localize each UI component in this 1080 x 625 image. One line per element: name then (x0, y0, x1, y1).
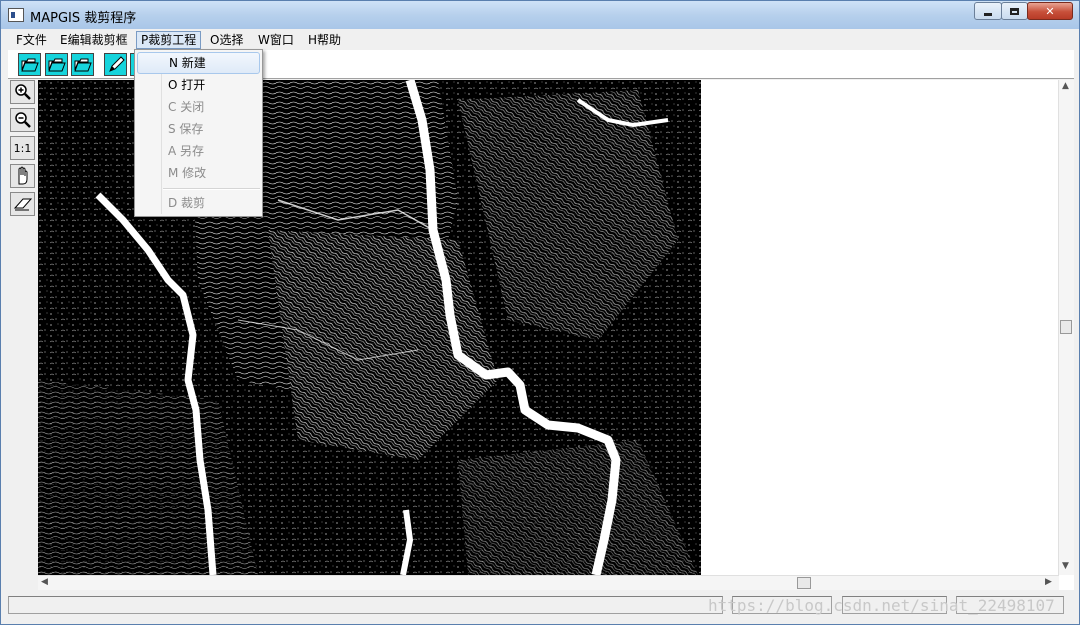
zoom-out-button[interactable] (10, 108, 35, 132)
close-icon: ✕ (1045, 4, 1055, 18)
title-bar[interactable]: MAPGIS 裁剪程序 ✕ (1, 1, 1079, 29)
menu-item-new[interactable]: N 新建 (137, 52, 260, 74)
scroll-right-icon[interactable]: ▶ (1045, 577, 1052, 587)
menu-item-save-as: A 另存 (168, 144, 205, 158)
hand-icon (18, 166, 27, 185)
menu-edit-clipbox[interactable]: E编辑裁剪框 (56, 32, 132, 48)
left-toolbar: 1:1 (10, 80, 36, 218)
open-button-1[interactable] (18, 53, 41, 76)
scroll-left-icon[interactable]: ◀ (41, 577, 48, 587)
open-folder-icon (21, 58, 39, 72)
menu-select[interactable]: O选择 (206, 32, 247, 48)
horizontal-scroll-thumb[interactable] (797, 577, 811, 589)
pan-button[interactable] (10, 164, 35, 188)
menu-item-save: S 保存 (168, 122, 204, 136)
maximize-icon (1010, 7, 1019, 15)
window-controls: ✕ (974, 2, 1073, 20)
menu-window[interactable]: W窗口 (254, 32, 298, 48)
pen-icon (109, 56, 125, 72)
menu-item-close: C 关闭 (168, 100, 205, 114)
vertical-scrollbar[interactable]: ▲ ▼ (1058, 80, 1074, 575)
open-folder-icon (48, 58, 66, 72)
status-bar: https://blog.csdn.net/sinat_22498107 (8, 594, 1074, 616)
eraser-button[interactable] (10, 192, 35, 216)
menu-help[interactable]: H帮助 (304, 32, 345, 48)
status-pane-main (8, 596, 723, 614)
menu-bar: F文件 E编辑裁剪框 P裁剪工程 O选择 W窗口 H帮助 (8, 30, 1074, 50)
edit-pen-button[interactable] (104, 53, 127, 76)
zoom-out-icon (14, 112, 31, 128)
minimize-button[interactable] (974, 2, 1002, 20)
clip-project-dropdown-menu: N 新建 O 打开 C 关闭 S 保存 A 另存 M 修改 D 裁剪 (134, 49, 263, 217)
open-button-3[interactable] (71, 53, 94, 76)
open-folder-icon (74, 58, 92, 72)
menu-file[interactable]: F文件 (12, 32, 51, 48)
menu-item-open[interactable]: O 打开 (137, 74, 260, 96)
menu-clip-project[interactable]: P裁剪工程 (136, 31, 202, 49)
eraser-icon (13, 198, 32, 211)
minimize-icon (984, 12, 992, 16)
menu-item-modify: M 修改 (168, 166, 207, 180)
watermark-text: https://blog.csdn.net/sinat_22498107 (708, 596, 1055, 615)
open-button-2[interactable] (45, 53, 68, 76)
maximize-button[interactable] (1001, 2, 1028, 20)
scroll-down-icon[interactable]: ▼ (1062, 561, 1069, 571)
window-title: MAPGIS 裁剪程序 (30, 11, 137, 26)
zoom-in-icon (14, 84, 31, 100)
horizontal-scrollbar[interactable]: ◀ ▶ (38, 575, 1059, 590)
close-button[interactable]: ✕ (1027, 2, 1073, 20)
menu-separator (163, 188, 260, 190)
actual-size-button[interactable]: 1:1 (10, 136, 35, 160)
actual-size-label: 1:1 (13, 141, 32, 155)
zoom-in-button[interactable] (10, 80, 35, 104)
scroll-up-icon[interactable]: ▲ (1062, 81, 1069, 91)
vertical-scroll-thumb[interactable] (1060, 320, 1072, 334)
menu-item-clip: D 裁剪 (168, 196, 206, 210)
app-icon[interactable] (8, 8, 24, 22)
